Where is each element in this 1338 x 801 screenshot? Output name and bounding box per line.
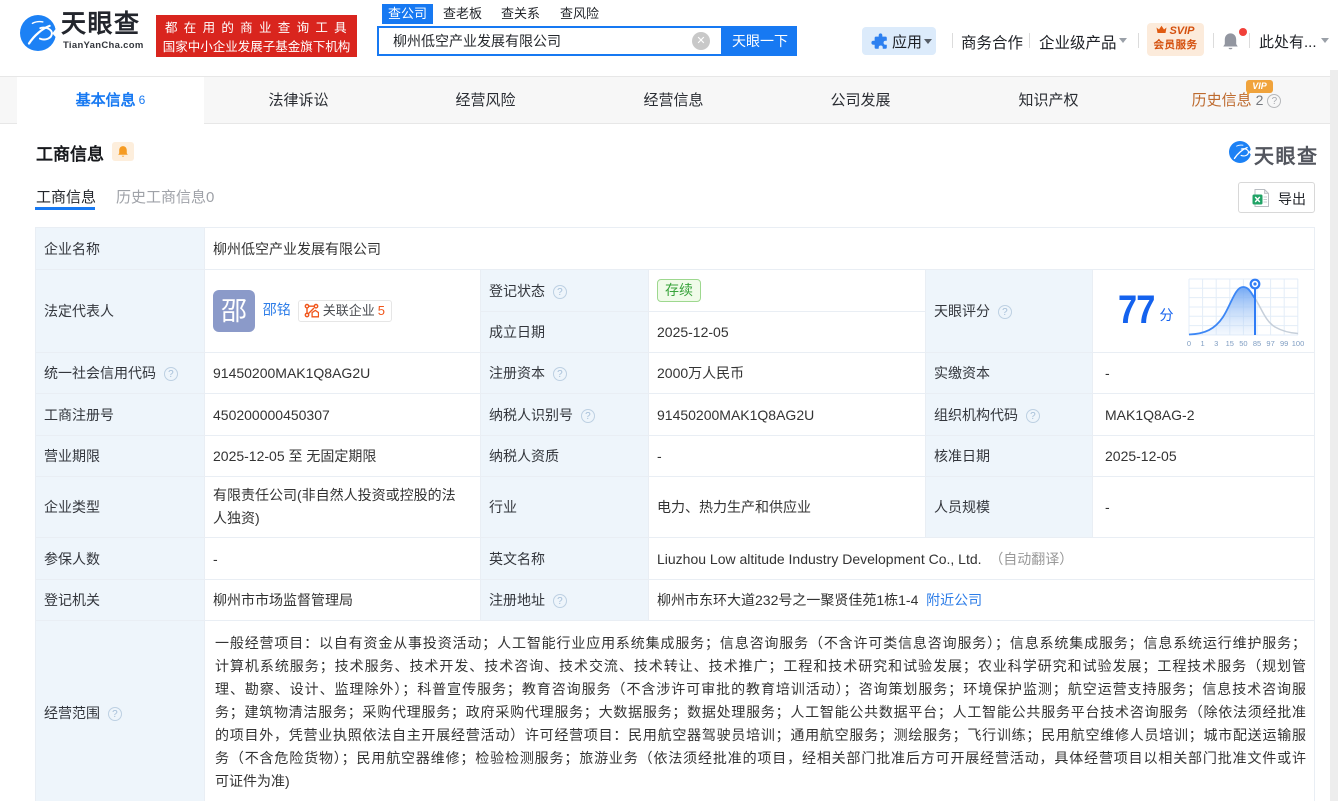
svg-text:1: 1 bbox=[1201, 339, 1205, 348]
svg-text:100: 100 bbox=[1292, 339, 1305, 348]
svg-text:50: 50 bbox=[1239, 339, 1247, 348]
svg-text:97: 97 bbox=[1266, 339, 1274, 348]
svg-text:15: 15 bbox=[1226, 339, 1234, 348]
svg-text:99: 99 bbox=[1280, 339, 1288, 348]
svg-text:85: 85 bbox=[1253, 339, 1261, 348]
svg-text:3: 3 bbox=[1214, 339, 1218, 348]
svg-text:0: 0 bbox=[1187, 339, 1191, 348]
